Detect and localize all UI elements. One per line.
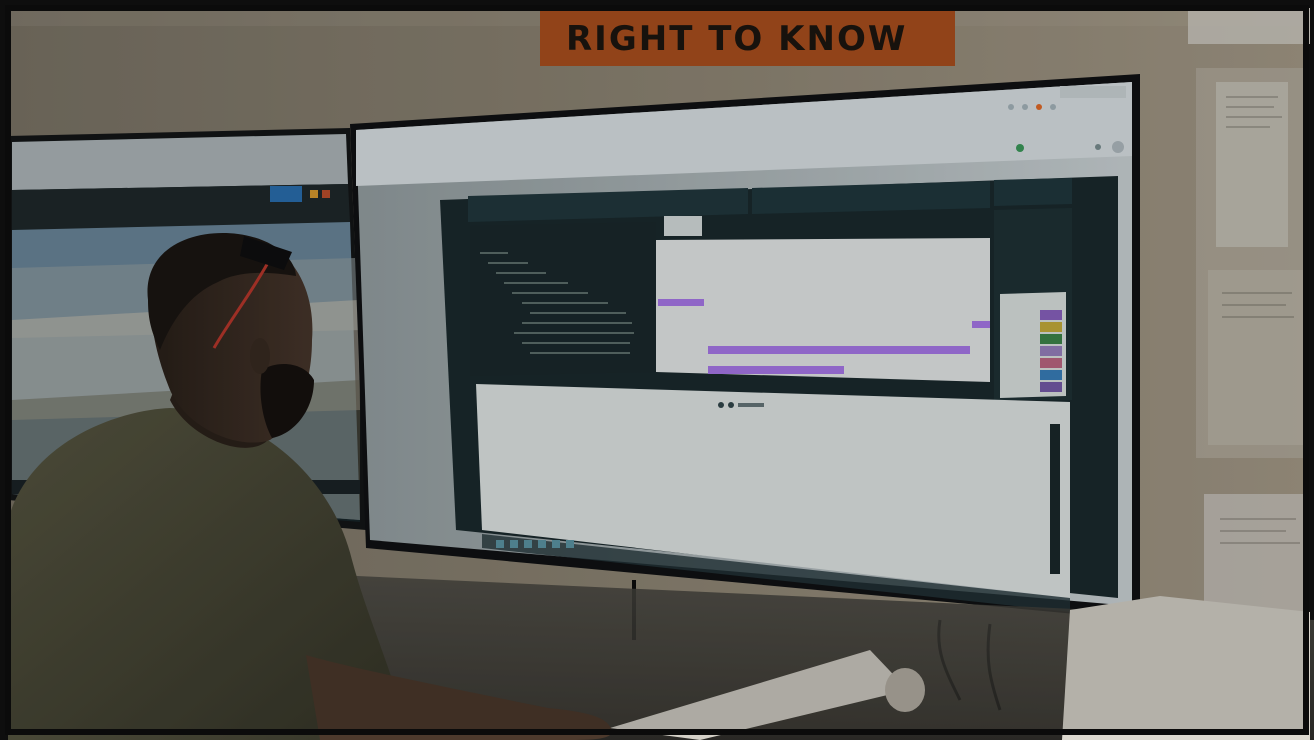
- window-dots-icon: [1008, 104, 1088, 114]
- chart-bar: [658, 299, 704, 306]
- photo-scene: RIGHT TO KNOW: [0, 0, 1314, 740]
- tree-panel: [470, 232, 656, 372]
- taskbar-icons: [496, 540, 606, 550]
- dot-icon: [728, 402, 734, 408]
- chart-bar: [972, 321, 990, 328]
- sign-text: RIGHT TO KNOW: [566, 19, 908, 59]
- label-bar: [738, 403, 764, 407]
- chart-bar: [708, 346, 970, 354]
- chart-bar: [708, 366, 844, 374]
- dot-icon: [718, 402, 724, 408]
- scene-svg: [0, 0, 1314, 740]
- sign-text-window: RIGHT TO KNOW: [540, 8, 955, 66]
